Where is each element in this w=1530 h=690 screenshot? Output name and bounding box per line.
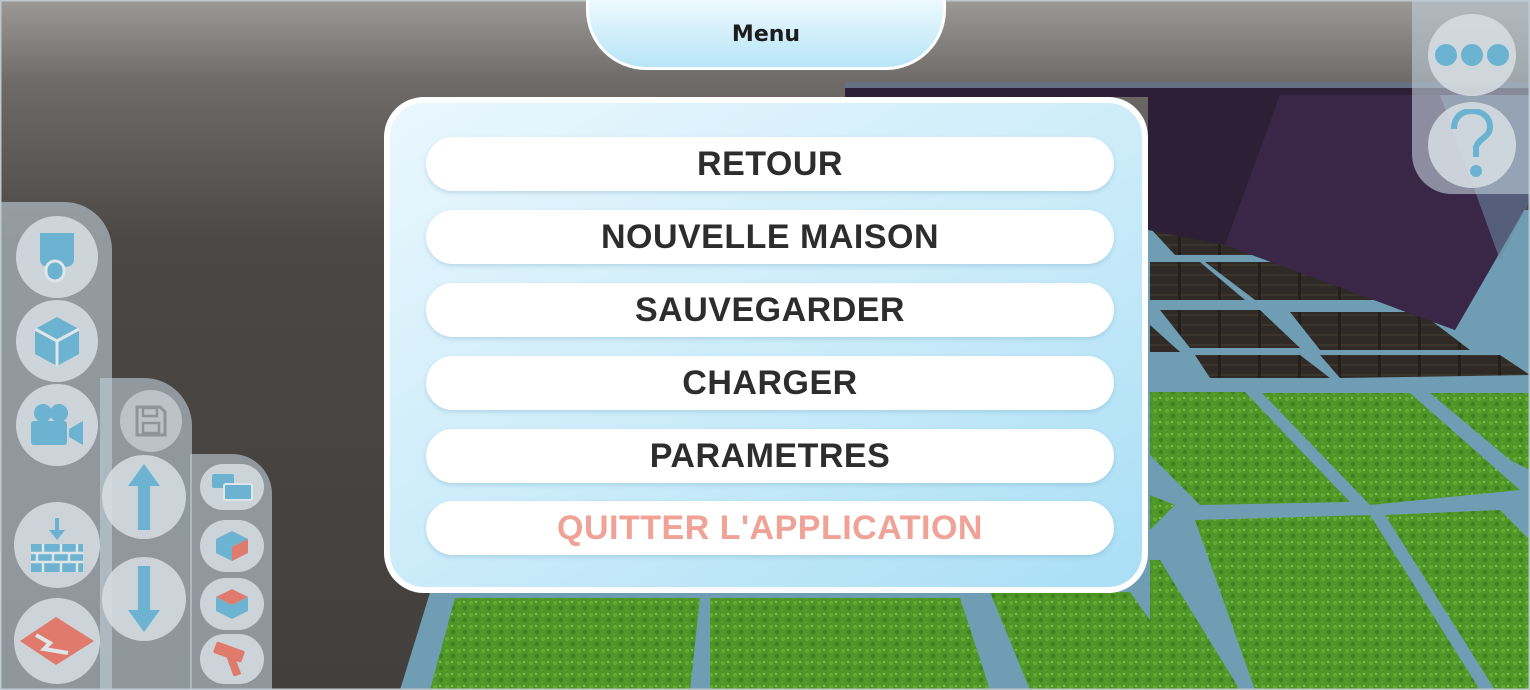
blocks-tool-button[interactable] bbox=[200, 464, 264, 510]
save-button[interactable]: SAUVEGARDER bbox=[426, 283, 1114, 337]
arrow-down-icon bbox=[128, 566, 160, 632]
camera-tool-button[interactable] bbox=[16, 384, 98, 466]
floor-tile-button[interactable] bbox=[200, 520, 264, 572]
save-icon bbox=[135, 405, 167, 437]
object-tool-button[interactable] bbox=[16, 300, 98, 382]
floor-tile-icon bbox=[216, 531, 248, 561]
menu-title-tab: Menu bbox=[586, 0, 946, 70]
hand-tool-button[interactable] bbox=[16, 216, 98, 298]
quit-application-button[interactable]: QUITTER L'APPLICATION bbox=[426, 501, 1114, 555]
menu-title: Menu bbox=[731, 22, 801, 47]
arrow-up-icon bbox=[128, 464, 160, 530]
new-house-button[interactable]: NOUVELLE MAISON bbox=[426, 210, 1114, 264]
floor-cut-icon bbox=[20, 617, 94, 665]
save-tool-button[interactable] bbox=[120, 390, 182, 452]
help-icon bbox=[1451, 109, 1494, 177]
floor-cut-button[interactable] bbox=[14, 598, 100, 684]
return-button[interactable]: RETOUR bbox=[426, 137, 1114, 191]
help-button[interactable] bbox=[1428, 102, 1516, 188]
more-options-icon bbox=[1435, 44, 1509, 66]
hammer-tool-button[interactable] bbox=[200, 634, 264, 684]
wood-tile bbox=[1320, 355, 1530, 378]
blocks-icon bbox=[212, 474, 253, 501]
cube-icon bbox=[34, 317, 80, 366]
settings-button[interactable]: PARAMETRES bbox=[426, 429, 1114, 483]
more-options-button[interactable] bbox=[1428, 14, 1516, 96]
hammer-icon bbox=[213, 642, 245, 676]
wall-tile-icon bbox=[216, 589, 248, 619]
floor-down-button[interactable] bbox=[102, 557, 186, 641]
camera-icon bbox=[31, 404, 83, 445]
wall-tile-button[interactable] bbox=[200, 578, 264, 630]
load-button[interactable]: CHARGER bbox=[426, 356, 1114, 410]
floor-up-button[interactable] bbox=[102, 455, 186, 539]
main-menu-dialog: RETOUR NOUVELLE MAISON SAUVEGARDER CHARG… bbox=[384, 97, 1148, 593]
grass-tile bbox=[430, 598, 700, 690]
place-wall-button[interactable] bbox=[14, 502, 100, 588]
grass-tile bbox=[710, 598, 990, 690]
place-wall-icon bbox=[31, 518, 83, 572]
hand-icon bbox=[40, 233, 74, 283]
